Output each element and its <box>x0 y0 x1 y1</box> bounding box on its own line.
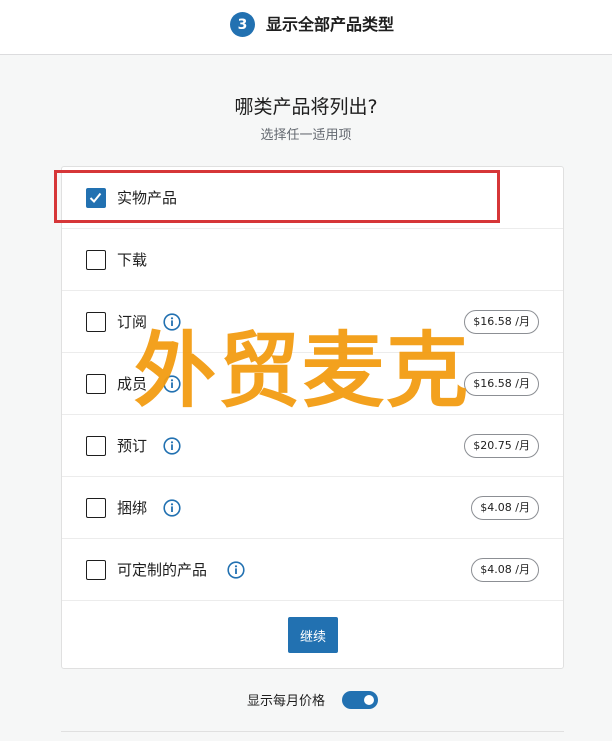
checkbox[interactable] <box>86 498 106 518</box>
page-hint: 选择任一适用项 <box>260 128 352 143</box>
selection-highlight-box <box>54 170 500 223</box>
step-number-badge: 3 <box>230 12 255 37</box>
checkbox[interactable] <box>86 560 106 580</box>
product-type-row[interactable]: 预订 $20.75 /月 <box>62 415 563 477</box>
product-type-label: 捆绑 <box>117 499 148 517</box>
toggle-knob <box>364 695 374 705</box>
product-type-label: 预订 <box>117 437 148 455</box>
product-type-row[interactable]: 可定制的产品 $4.08 /月 <box>62 539 563 601</box>
watermark-text: 外贸麦克 <box>134 324 471 419</box>
product-type-label: 可定制的产品 <box>117 561 208 579</box>
divider <box>61 731 564 732</box>
step-title: 显示全部产品类型 <box>266 15 395 34</box>
checkbox[interactable] <box>86 374 106 394</box>
price-badge: $20.75 /月 <box>464 434 539 458</box>
price-badge: $4.08 /月 <box>471 558 539 582</box>
product-type-label: 下载 <box>117 251 148 269</box>
top-bar: 3 显示全部产品类型 <box>0 0 612 55</box>
checkbox[interactable] <box>86 250 106 270</box>
checkbox[interactable] <box>86 436 106 456</box>
monthly-price-toggle-label: 显示每月价格 <box>247 694 326 709</box>
info-icon[interactable] <box>163 437 181 455</box>
price-badge: $16.58 /月 <box>464 372 539 396</box>
info-icon[interactable] <box>163 499 181 517</box>
monthly-price-toggle[interactable] <box>342 691 378 709</box>
price-badge: $4.08 /月 <box>471 496 539 520</box>
page-question: 哪类产品将列出? <box>234 96 378 118</box>
continue-button[interactable]: 继续 <box>288 617 338 653</box>
product-type-row[interactable]: 下载 <box>62 229 563 291</box>
price-badge: $16.58 /月 <box>464 310 539 334</box>
product-type-row[interactable]: 捆绑 $4.08 /月 <box>62 477 563 539</box>
checkbox[interactable] <box>86 312 106 332</box>
info-icon[interactable] <box>227 561 245 579</box>
